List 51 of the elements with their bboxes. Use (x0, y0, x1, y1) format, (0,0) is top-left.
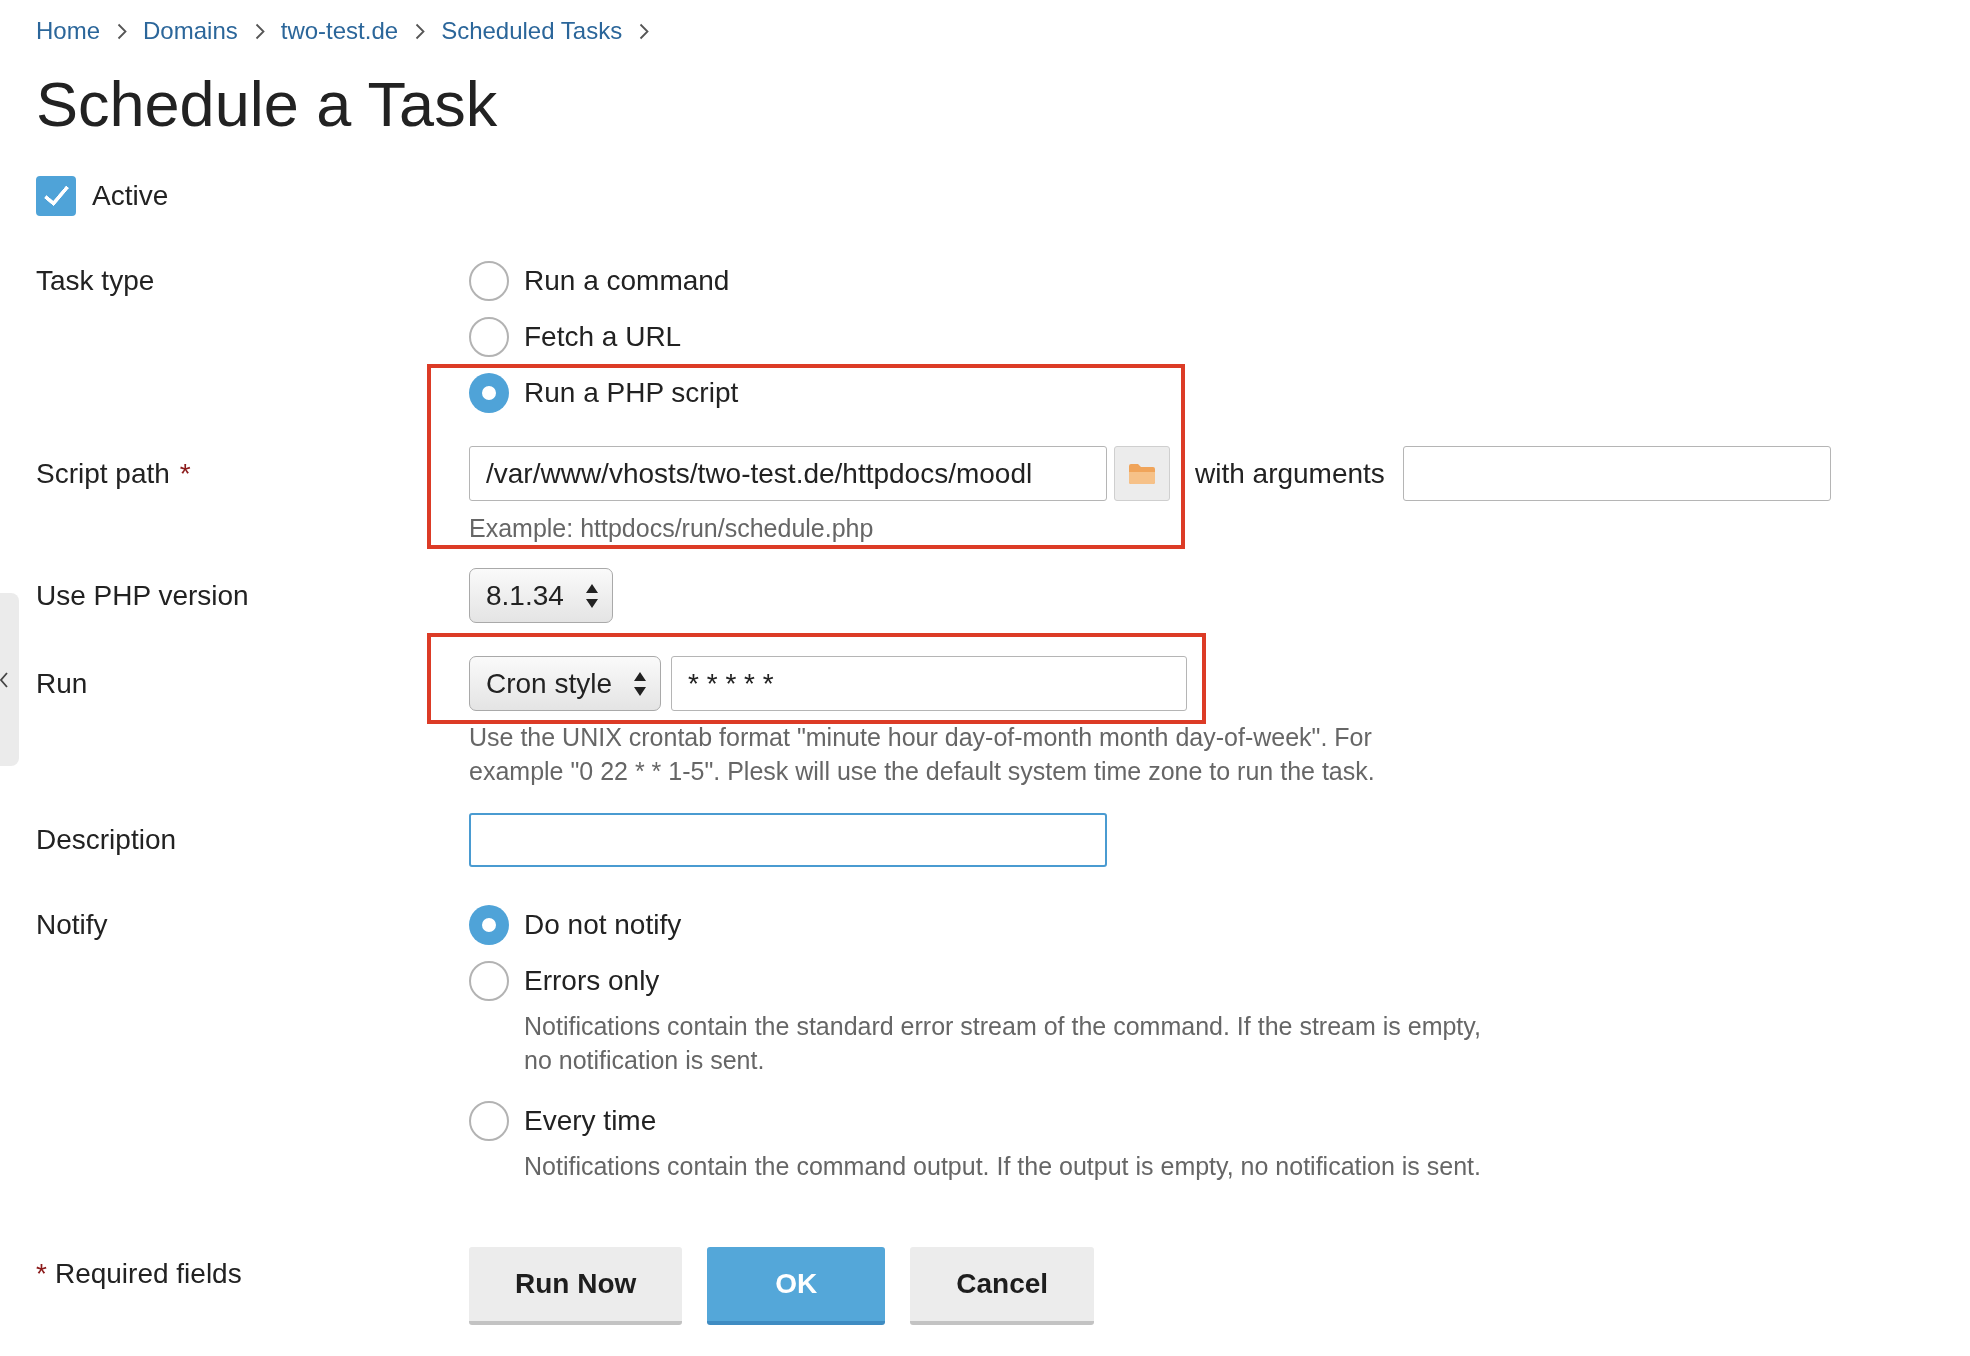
required-mark: * (179, 457, 191, 490)
radio-label: Run a command (524, 265, 730, 297)
radio-label: Do not notify (524, 909, 682, 941)
sidebar-toggle[interactable] (0, 593, 19, 766)
breadcrumb-link[interactable]: Domains (143, 16, 238, 46)
chevron-right-icon (639, 22, 650, 40)
field-hint: Example: httpdocs/run/schedule.php (469, 513, 874, 543)
description-field[interactable] (469, 813, 1107, 867)
radio-button[interactable] (469, 905, 509, 945)
action-button[interactable]: Run Now (469, 1247, 683, 1325)
radio-label: Run a PHP script (524, 377, 739, 409)
field-label: Script path (36, 457, 170, 490)
cron-schedule-field[interactable]: * * * * * (671, 656, 1188, 711)
option-hint: Notifications contain the standard error stream of the command. If the stream is empty, no notification is sent. (524, 1011, 1482, 1076)
php-version-select[interactable]: 8.1.34 (469, 568, 613, 623)
field-hint: Use the UNIX crontab format "minute hour day-of-month month day-of-week". For example "0 22 * * 1-5". Plesk will use the default system time zone to run the task. (469, 722, 1376, 787)
browse-button[interactable] (1114, 446, 1170, 501)
up-down-arrows-icon (585, 583, 598, 608)
arguments-field[interactable] (1402, 446, 1831, 501)
radio-button[interactable] (469, 373, 509, 413)
checkbox[interactable] (36, 176, 76, 216)
action-button[interactable]: Cancel (910, 1247, 1095, 1325)
chevron-right-icon (254, 22, 265, 40)
radio-button[interactable] (469, 961, 509, 1001)
script-path-field[interactable]: /var/www/vhosts/two-test.de/httpdocs/moodl (469, 446, 1107, 501)
folder-icon (1128, 462, 1156, 485)
up-down-arrows-icon (634, 671, 647, 696)
checkbox-label: Active (92, 180, 169, 212)
radio-label: Fetch a URL (524, 321, 682, 353)
field-label: Use PHP version (36, 579, 249, 612)
required-note: Required fields (54, 1258, 242, 1290)
chevron-right-icon (117, 22, 128, 40)
page-title: Schedule a Task (36, 68, 498, 141)
field-label: Task type (36, 265, 155, 297)
schedule-type-select[interactable]: Cron style (469, 656, 662, 711)
breadcrumb-link[interactable]: two-test.de (280, 16, 399, 46)
radio-button[interactable] (469, 261, 509, 301)
radio-button[interactable] (469, 317, 509, 357)
radio-button[interactable] (469, 1101, 509, 1141)
chevron-left-icon (0, 671, 8, 688)
chevron-right-icon (415, 22, 426, 40)
field-label: Run (36, 667, 88, 700)
field-label: Notify (36, 909, 108, 941)
field-label: Description (36, 824, 177, 856)
breadcrumb-link[interactable]: Home (36, 16, 101, 46)
radio-label: Every time (524, 1105, 657, 1137)
breadcrumb-link[interactable]: Scheduled Tasks (441, 16, 623, 46)
required-mark: * (36, 1258, 47, 1290)
radio-label: Errors only (524, 965, 660, 997)
option-hint: Notifications contain the command output. If the output is empty, no notification is sent. (524, 1151, 1482, 1182)
field-label: with arguments (1195, 457, 1385, 490)
